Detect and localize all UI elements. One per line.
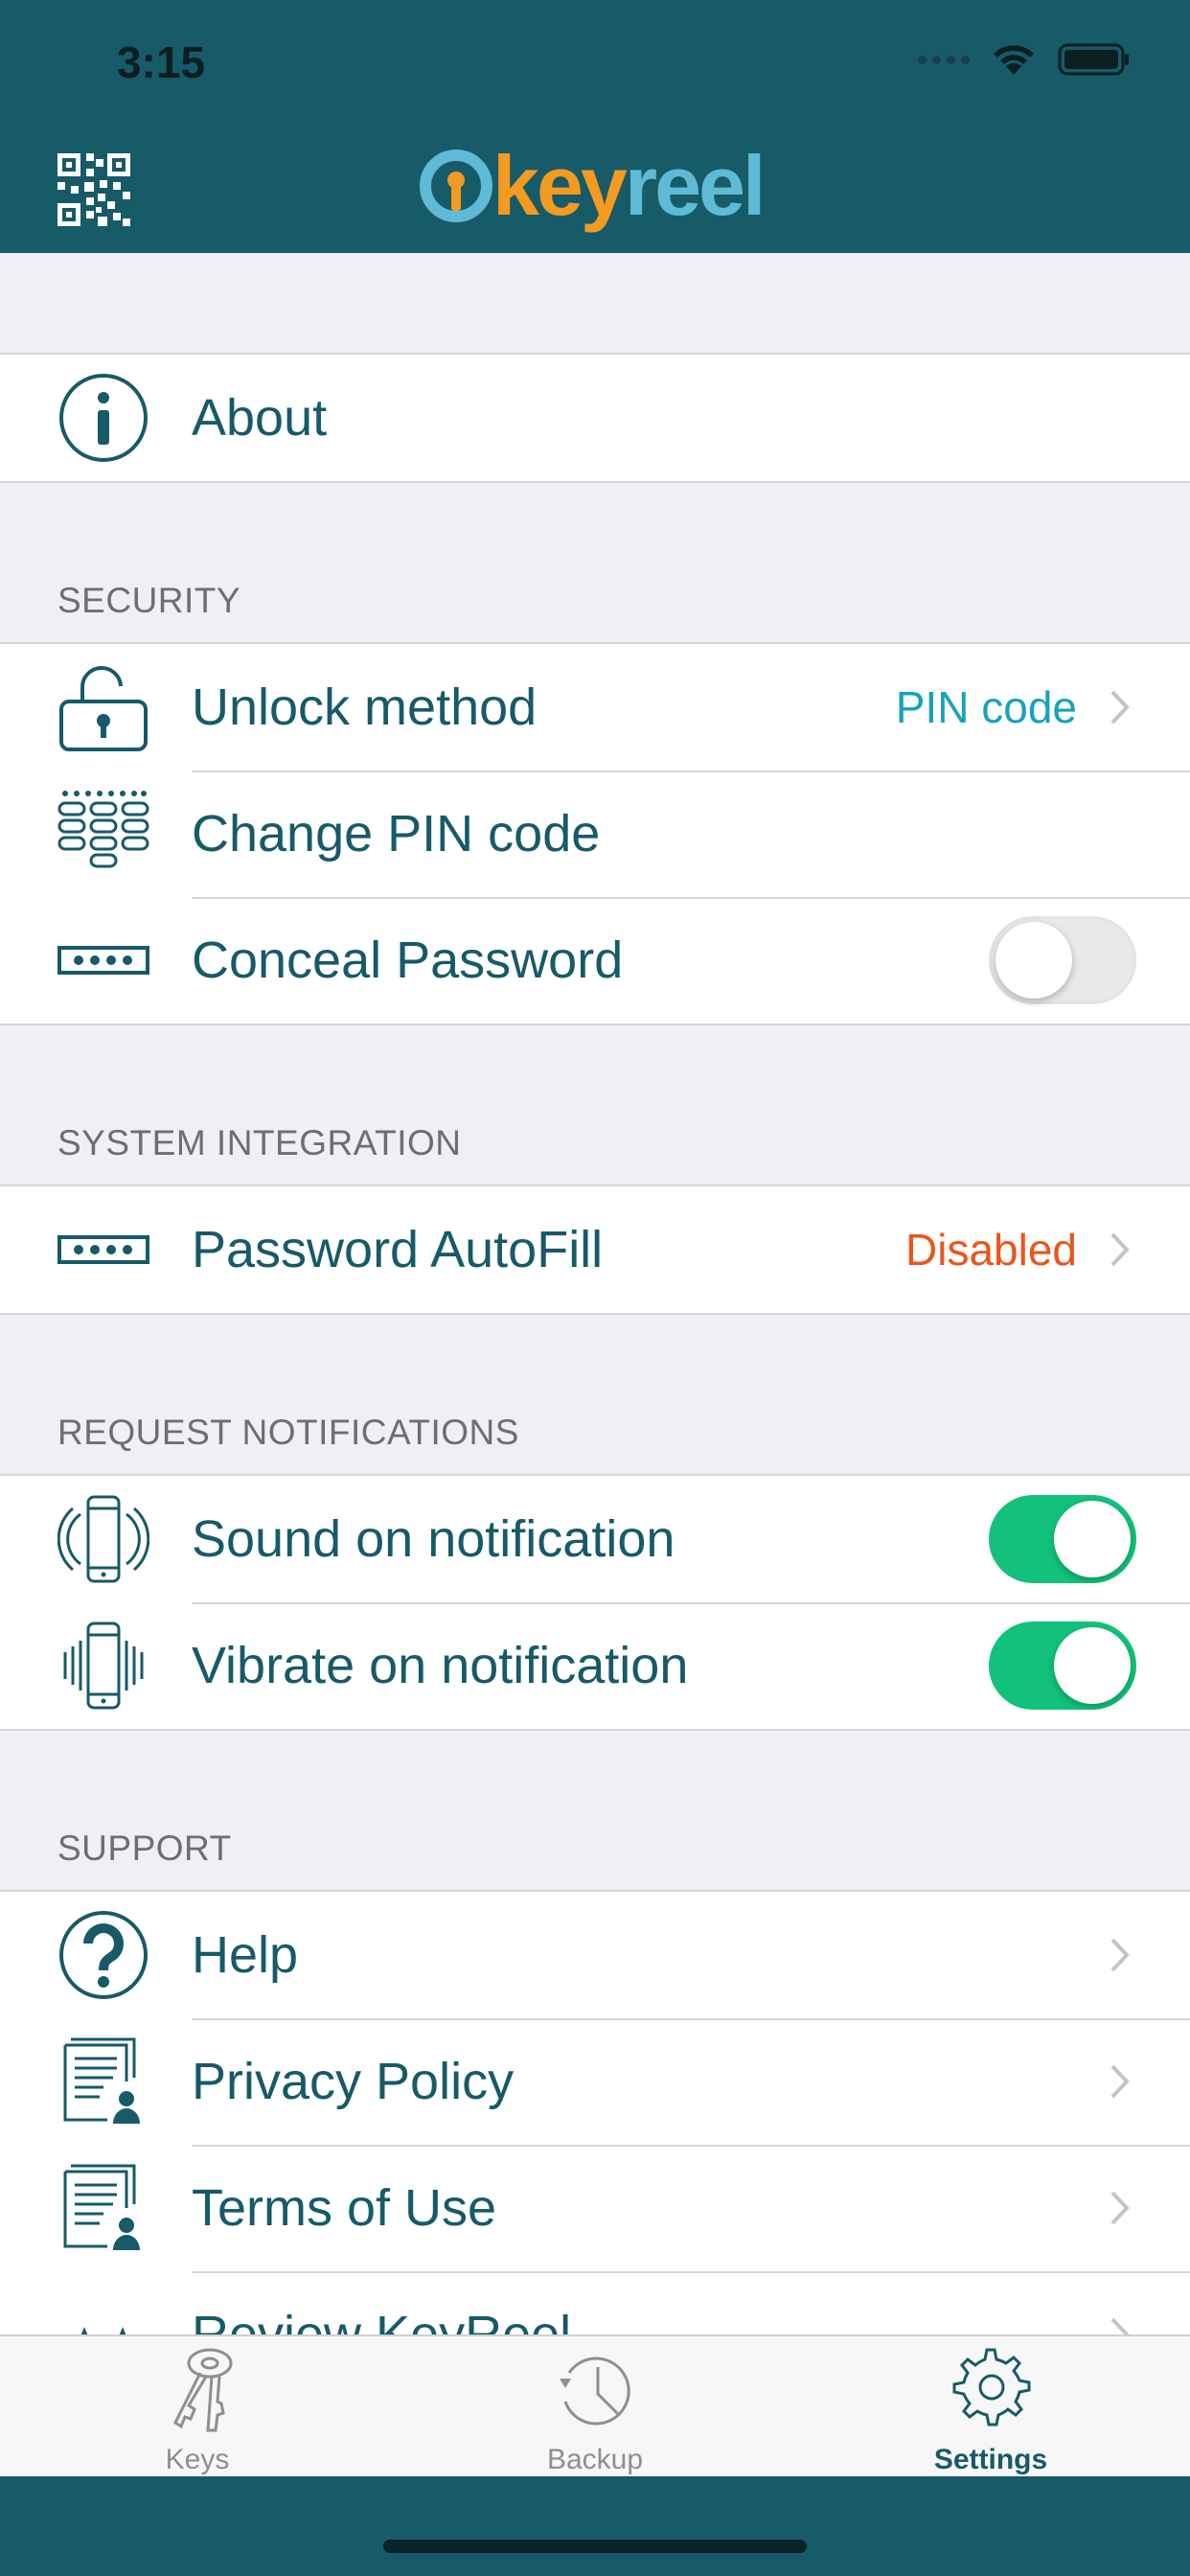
about-row[interactable]: About — [0, 355, 1190, 481]
chevron-right-icon — [1110, 2064, 1130, 2099]
conceal-password-label: Conceal Password — [192, 932, 624, 989]
settings-list[interactable]: About SECURITY Unlock method PIN code Ch… — [0, 253, 1190, 2334]
keypad-icon — [57, 788, 149, 880]
top-bar: 3:15 key reel — [0, 0, 1190, 253]
bottom-bar — [0, 2476, 1190, 2576]
question-mark-icon — [57, 1909, 149, 2001]
security-group: Unlock method PIN code Change PIN code C… — [0, 642, 1190, 1025]
review-keyreel-row[interactable]: Review KeyReel — [0, 2271, 1190, 2334]
password-autofill-row[interactable]: Password AutoFill Disabled — [0, 1186, 1190, 1313]
stars-icon — [57, 2288, 149, 2334]
about-label: About — [192, 389, 328, 447]
vibrate-notification-label: Vibrate on notification — [192, 1637, 689, 1694]
password-autofill-label: Password AutoFill — [192, 1221, 604, 1278]
request-notifications-section-header: REQUEST NOTIFICATIONS — [57, 1413, 519, 1452]
tab-keys-label: Keys — [165, 2444, 230, 2475]
wifi-icon — [994, 45, 1034, 75]
support-section-header: SUPPORT — [57, 1828, 232, 1868]
sound-notification-label: Sound on notification — [192, 1510, 675, 1568]
privacy-policy-row[interactable]: Privacy Policy — [0, 2018, 1190, 2145]
password-dots-icon — [57, 1204, 149, 1296]
system-integration-section-header: SYSTEM INTEGRATION — [57, 1123, 462, 1162]
sound-notification-row: Sound on notification — [0, 1476, 1190, 1602]
notifications-group: Sound on notification Vibrate on notific… — [0, 1474, 1190, 1731]
padlock-icon — [57, 661, 149, 753]
change-pin-row[interactable]: Change PIN code — [0, 770, 1190, 897]
conceal-password-toggle[interactable] — [989, 916, 1136, 1004]
tab-bar: Keys Backup Settings — [0, 2334, 1190, 2476]
unlock-method-label: Unlock method — [192, 678, 538, 736]
vibrate-notification-row: Vibrate on notification — [0, 1602, 1190, 1729]
help-row[interactable]: Help — [0, 1892, 1190, 2018]
terms-of-use-label: Terms of Use — [192, 2179, 497, 2237]
keyhole-logo-icon — [420, 150, 492, 222]
phone-sound-icon — [57, 1493, 149, 1585]
tab-settings[interactable]: Settings — [895, 2336, 1087, 2478]
review-keyreel-label: Review KeyReel — [192, 2306, 572, 2334]
conceal-password-row: Conceal Password — [0, 897, 1190, 1024]
status-icons — [918, 42, 1131, 77]
terms-of-use-row[interactable]: Terms of Use — [0, 2145, 1190, 2271]
battery-icon — [1058, 43, 1129, 76]
unlock-method-row[interactable]: Unlock method PIN code — [0, 644, 1190, 770]
vibrate-notification-toggle[interactable] — [989, 1622, 1136, 1710]
logo-text-key: key — [492, 138, 628, 233]
home-indicator[interactable] — [383, 2540, 807, 2553]
toggle-knob — [1054, 1501, 1131, 1577]
password-dots-icon — [57, 914, 149, 1006]
gear-icon — [952, 2348, 1031, 2426]
keyreel-logo: key reel — [420, 138, 767, 233]
chevron-right-icon — [1110, 690, 1130, 724]
tab-backup-label: Backup — [546, 2444, 644, 2475]
phone-vibrate-icon — [57, 1620, 149, 1712]
keys-icon — [173, 2348, 233, 2432]
chevron-right-icon — [1110, 1938, 1130, 1972]
sound-notification-toggle[interactable] — [989, 1495, 1136, 1583]
logo-text-reel: reel — [624, 138, 767, 233]
about-group: About — [0, 353, 1190, 483]
chevron-right-icon — [1110, 2317, 1130, 2334]
status-time: 3:15 — [117, 37, 206, 87]
unlock-method-value: PIN code — [895, 682, 1077, 732]
privacy-policy-label: Privacy Policy — [192, 2053, 515, 2110]
document-person-icon — [57, 2162, 149, 2254]
info-icon — [57, 372, 149, 464]
document-person-icon — [57, 2036, 149, 2128]
toggle-knob — [1054, 1627, 1131, 1704]
tab-backup[interactable]: Backup — [499, 2336, 691, 2478]
security-section-header: SECURITY — [57, 581, 241, 620]
tab-settings-label: Settings — [933, 2444, 1048, 2475]
help-label: Help — [192, 1926, 299, 1984]
toggle-knob — [995, 922, 1072, 999]
system-integration-group: Password AutoFill Disabled — [0, 1184, 1190, 1315]
cellular-signal-icon — [918, 55, 970, 64]
chevron-right-icon — [1110, 2191, 1130, 2225]
backup-clock-icon — [560, 2357, 630, 2426]
password-autofill-value: Disabled — [905, 1225, 1077, 1275]
chevron-right-icon — [1110, 1232, 1130, 1267]
support-group: Help Privacy Policy Terms of Use Review … — [0, 1890, 1190, 2334]
tab-keys[interactable]: Keys — [102, 2336, 293, 2478]
change-pin-label: Change PIN code — [192, 805, 601, 862]
qr-code-icon[interactable] — [57, 153, 130, 226]
